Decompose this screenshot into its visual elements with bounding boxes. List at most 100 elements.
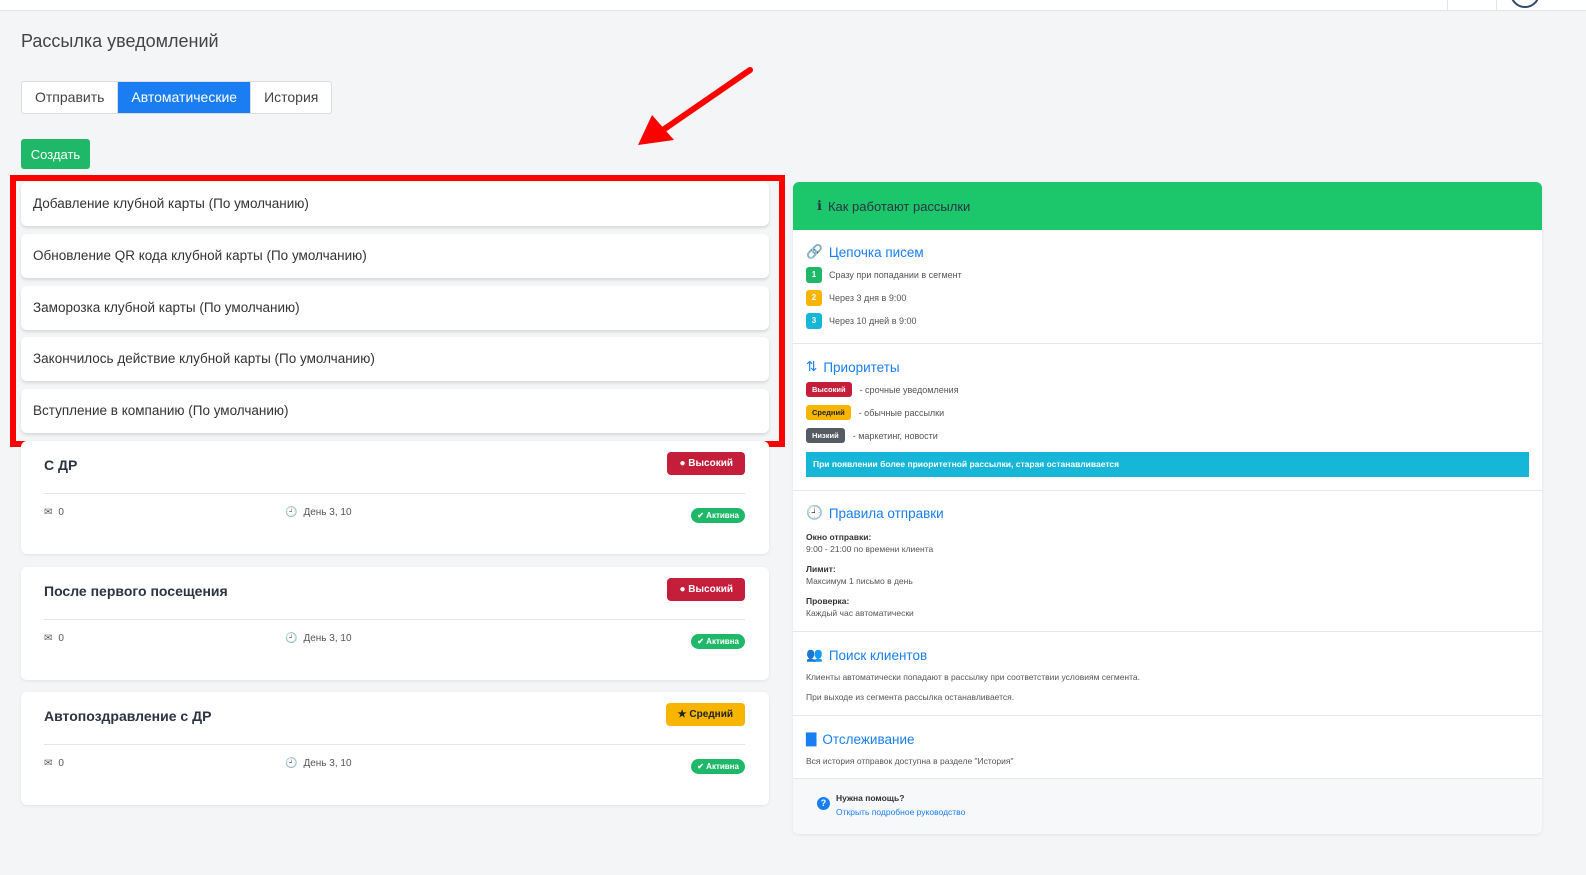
avatar[interactable] (1510, 0, 1540, 8)
schedule-days: 🕘 День 3, 10 (285, 507, 352, 518)
chain-section: 🔗 Цепочка писем 1 Сразу при попадании в … (793, 230, 1542, 344)
search-section: 👥 Поиск клиентов Клиенты автоматически п… (793, 632, 1542, 716)
page-title: Рассылка уведомлений (21, 31, 219, 51)
message-count-value: 0 (58, 507, 64, 518)
annotation-arrow-icon (638, 67, 753, 145)
priorities-title: ⇅ Приоритеты (806, 359, 900, 375)
panel-header-title: Как работают рассылки (827, 198, 971, 214)
chain-title-text: Цепочка писем (828, 244, 924, 260)
panel-header: ℹ Как работают рассылки (793, 182, 1542, 230)
check-text: Каждый час автоматически (806, 608, 914, 618)
rules-title-text: Правила отправки (828, 505, 944, 521)
search-text-1: Клиенты автоматически попадают в рассылк… (806, 672, 1141, 682)
priority-label: Средний (689, 709, 733, 720)
search-title-text: Поиск клиентов (828, 647, 928, 663)
help-title: Нужна помощь? (836, 793, 905, 803)
card-divider (44, 493, 745, 494)
priority-tag: Низкий (806, 428, 845, 443)
message-count: ✉ 0 (44, 758, 64, 769)
top-bar (0, 0, 1586, 11)
check-label: Проверка: (806, 596, 850, 606)
clock-icon: 🕘 (285, 507, 298, 518)
card-divider (44, 619, 745, 620)
search-title: 👥 Поиск клиентов (806, 647, 927, 663)
sort-icon: ⇅ (806, 359, 818, 374)
envelope-icon: ✉ (44, 758, 53, 769)
tracking-title: ▇ Отслеживание (806, 731, 915, 747)
help-guide-link[interactable]: Открыть подробное руководство (836, 807, 965, 817)
window-text: 9:00 - 21:00 по времени клиента (806, 544, 934, 554)
users-icon: 👥 (806, 647, 823, 662)
schedule-days-value: День 3, 10 (303, 633, 352, 644)
status-badge: ✔ Активна (691, 759, 745, 774)
envelope-icon: ✉ (44, 507, 53, 518)
info-panel: ℹ Как работают рассылки 🔗 Цепочка писем … (793, 182, 1542, 834)
step-number: 3 (806, 313, 822, 329)
chain-step: 1 Сразу при попадании в сегмент (806, 267, 962, 283)
tab-bar: Отправить Автоматические История (21, 81, 333, 114)
message-count-value: 0 (58, 758, 64, 769)
schedule-days: 🕘 День 3, 10 (285, 758, 352, 769)
card-title: Автопоздравление с ДР (44, 708, 212, 724)
priority-row: Высокий - срочные уведомления (806, 382, 959, 397)
schedule-days-value: День 3, 10 (303, 507, 352, 518)
auto-mailing-card[interactable]: После первого посещения ● Высокий ✉ 0 🕘 … (21, 567, 769, 680)
card-title: После первого посещения (44, 583, 228, 599)
step-text: Через 10 дней в 9:00 (829, 316, 917, 326)
info-icon: ℹ (817, 198, 822, 213)
status-badge: ✔ Активна (691, 508, 745, 523)
priority-tag: Средний (806, 405, 851, 420)
topbar-divider (1496, 0, 1497, 11)
message-count: ✉ 0 (44, 507, 64, 518)
question-icon: ? (817, 797, 830, 810)
topbar-divider (1447, 0, 1448, 11)
priority-badge: ● Высокий (667, 578, 745, 601)
tab-history[interactable]: История (251, 82, 331, 113)
schedule-days-value: День 3, 10 (303, 758, 352, 769)
tracking-title-text: Отслеживание (822, 731, 915, 747)
priority-badge: ★ Средний (665, 703, 745, 726)
priority-row: Средний - обычные рассылки (806, 405, 944, 420)
rules-section: 🕘 Правила отправки Окно отправки: 9:00 -… (793, 491, 1542, 632)
chain-title: 🔗 Цепочка писем (806, 244, 924, 260)
priority-label: Высокий (688, 458, 733, 469)
step-number: 2 (806, 290, 822, 306)
search-text-2: При выходе из сегмента рассылка останавл… (806, 692, 1015, 702)
priority-row: Низкий - маркетинг, новости (806, 428, 938, 443)
help-block: ? Нужна помощь? Открыть подробное руково… (817, 793, 965, 817)
tracking-text: Вся история отправок доступна в разделе … (806, 756, 1014, 766)
priority-label: Высокий (688, 584, 733, 595)
priority-desc: - обычные рассылки (858, 407, 945, 418)
link-icon: 🔗 (806, 244, 823, 259)
tab-send[interactable]: Отправить (22, 82, 119, 113)
create-button[interactable]: Создать (21, 139, 90, 169)
priorities-title-text: Приоритеты (823, 359, 900, 375)
limit-text: Максимум 1 письмо в день (806, 576, 913, 586)
priorities-section: ⇅ Приоритеты Высокий - срочные уведомлен… (793, 344, 1542, 491)
priority-desc: - срочные уведомления (859, 384, 959, 395)
clock-icon: 🕘 (285, 758, 298, 769)
auto-mailing-card[interactable]: С ДР ● Высокий ✉ 0 🕘 День 3, 10 ✔ Активн… (21, 441, 769, 554)
status-label: Активна (706, 637, 739, 646)
priority-note: При появлении более приоритетной рассылк… (806, 452, 1529, 477)
status-label: Активна (706, 511, 739, 520)
status-label: Активна (706, 762, 739, 771)
tracking-section: ▇ Отслеживание Вся история отправок дост… (793, 716, 1542, 779)
clock-icon: 🕘 (285, 633, 298, 644)
step-text: Через 3 дня в 9:00 (829, 293, 907, 303)
clock-icon: 🕘 (806, 505, 823, 520)
step-number: 1 (806, 267, 822, 283)
window-label: Окно отправки: (806, 532, 872, 542)
chart-icon: ▇ (806, 731, 817, 746)
chain-step: 3 Через 10 дней в 9:00 (806, 313, 917, 329)
auto-mailing-card[interactable]: Автопоздравление с ДР ★ Средний ✉ 0 🕘 Де… (21, 692, 769, 805)
card-divider (44, 744, 745, 745)
envelope-icon: ✉ (44, 633, 53, 644)
tab-automatic[interactable]: Автоматические (118, 82, 252, 113)
limit-label: Лимит: (806, 564, 836, 574)
priority-badge: ● Высокий (667, 452, 745, 475)
step-text: Сразу при попадании в сегмент (829, 270, 962, 280)
status-badge: ✔ Активна (691, 634, 745, 649)
schedule-days: 🕘 День 3, 10 (285, 633, 352, 644)
highlight-frame (10, 175, 785, 447)
